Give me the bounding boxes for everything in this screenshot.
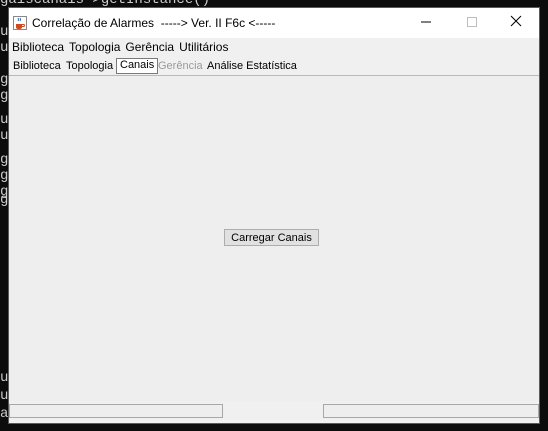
menu-biblioteca[interactable]: Biblioteca xyxy=(10,40,66,54)
menu-utilitarios[interactable]: Utilitários xyxy=(177,40,230,54)
menu-bar: Biblioteca Topologia Gerência Utilitário… xyxy=(9,38,539,56)
menu-gerencia[interactable]: Gerência xyxy=(123,40,176,54)
java-cup-icon xyxy=(13,16,27,30)
minimize-icon xyxy=(421,14,431,32)
maximize-icon xyxy=(467,14,477,32)
tab-biblioteca[interactable]: Biblioteca xyxy=(10,59,64,73)
window-title: Correlação de Alarmes -----> Ver. II F6c… xyxy=(32,16,276,30)
tab-analise-estatistica[interactable]: Análise Estatística xyxy=(204,59,300,73)
close-button[interactable] xyxy=(493,8,539,38)
close-icon xyxy=(510,14,522,32)
maximize-button[interactable] xyxy=(449,8,495,38)
tab-topologia[interactable]: Topologia xyxy=(63,59,116,73)
title-bar[interactable]: Correlação de Alarmes -----> Ver. II F6c… xyxy=(9,8,539,38)
load-channels-button[interactable]: Carregar Canais xyxy=(224,229,319,246)
tab-canais[interactable]: Canais xyxy=(116,58,159,74)
tab-content-canais: Carregar Canais xyxy=(9,76,539,401)
menu-topologia[interactable]: Topologia xyxy=(67,40,122,54)
status-field-left xyxy=(9,404,223,418)
minimize-button[interactable] xyxy=(403,8,449,38)
status-field-right xyxy=(323,404,539,418)
tab-strip: Biblioteca Topologia Canais Gerência Aná… xyxy=(9,58,539,76)
app-window: Correlação de Alarmes -----> Ver. II F6c… xyxy=(8,7,540,424)
tab-gerencia: Gerência xyxy=(158,60,203,72)
